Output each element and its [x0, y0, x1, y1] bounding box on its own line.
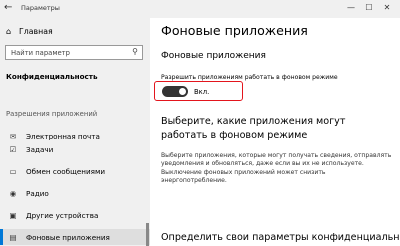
sidebar-item-messaging[interactable]: ▭ Обмен сообщениями: [0, 163, 150, 179]
minimize-button[interactable]: —: [342, 1, 360, 15]
toggle-knob: [179, 88, 186, 95]
sidebar-item-label: Радио: [26, 188, 49, 198]
choose-apps-description: Выберите приложения, которые могут получ…: [161, 152, 392, 185]
window-controls: — ☐ ✕: [342, 1, 396, 15]
section-title: Фоновые приложения: [161, 51, 266, 61]
close-button[interactable]: ✕: [378, 1, 396, 15]
sidebar-item-label: Другие устройства: [26, 210, 99, 220]
sidebar-item-email[interactable]: ✉ Электронная почта: [0, 132, 150, 140]
sidebar-item-label: Задачи: [26, 144, 54, 154]
background-apps-icon: ▤: [9, 232, 17, 242]
sidebar-item-label: Обмен сообщениями: [26, 166, 106, 176]
sidebar-scrollbar[interactable]: [146, 223, 149, 246]
window-title: Параметры: [21, 4, 60, 12]
messaging-icon: ▭: [9, 166, 17, 176]
page-title: Фоновые приложения: [161, 23, 308, 38]
sidebar-item-label: Фоновые приложения: [26, 232, 110, 242]
tasks-icon: ☑: [9, 144, 17, 154]
back-arrow-icon[interactable]: ←: [4, 2, 12, 13]
maximize-button[interactable]: ☐: [360, 1, 378, 15]
search-icon: ⚲: [132, 47, 138, 56]
main-content: Фоновые приложения Фоновые приложения Ра…: [150, 18, 400, 246]
mail-icon: ✉: [9, 132, 17, 140]
home-icon: ⌂: [6, 27, 12, 36]
section-header: Разрешения приложений: [6, 110, 98, 118]
title-bar: ← Параметры — ☐ ✕: [0, 0, 400, 18]
category-title: Конфиденциальность: [6, 72, 98, 81]
selection-indicator: [0, 229, 3, 245]
sidebar: ⌂ Главная Найти параметр ⚲ Конфиденциаль…: [0, 18, 150, 246]
sidebar-item-background-apps[interactable]: ▤ Фоновые приложения: [0, 229, 150, 245]
privacy-options-heading: Определить свои параметры конфиденциальн…: [161, 232, 400, 243]
background-apps-toggle[interactable]: [162, 86, 188, 97]
sidebar-item-other-devices[interactable]: ▣ Другие устройства: [0, 207, 150, 223]
sidebar-item-tasks[interactable]: ☑ Задачи: [0, 141, 150, 157]
toggle-description: Разрешить приложениям работать в фоновом…: [161, 74, 338, 81]
home-link[interactable]: ⌂ Главная: [6, 27, 53, 36]
sidebar-item-radio[interactable]: ◉ Радио: [0, 185, 150, 201]
sidebar-item-label: Электронная почта: [26, 132, 100, 140]
home-label: Главная: [19, 27, 53, 36]
search-placeholder: Найти параметр: [11, 49, 70, 57]
radio-icon: ◉: [9, 188, 17, 198]
devices-icon: ▣: [9, 210, 17, 220]
search-input[interactable]: Найти параметр ⚲: [5, 45, 143, 60]
settings-window: ← Параметры — ☐ ✕ ⌂ Главная Найти параме…: [0, 0, 400, 246]
toggle-state-label: Вкл.: [194, 88, 210, 96]
choose-apps-heading: Выберите, какие приложения могут работат…: [161, 116, 346, 141]
